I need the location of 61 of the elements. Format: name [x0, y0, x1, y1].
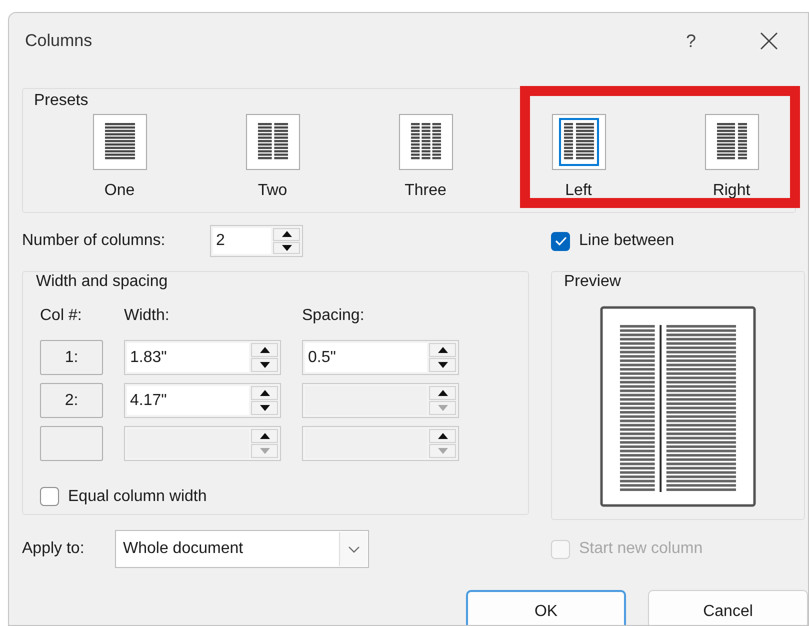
chevron-down-icon [348, 546, 360, 552]
up-arrow-icon [438, 347, 448, 353]
preset-button[interactable] [704, 114, 758, 170]
down-arrow-icon [282, 244, 292, 251]
checkbox-label: Line between [579, 232, 674, 250]
column-header: Width: [124, 307, 170, 324]
preset-button[interactable] [246, 114, 300, 170]
down-arrow-icon [438, 448, 448, 454]
up-arrow-icon [260, 390, 270, 396]
column-layout-icon [558, 118, 598, 166]
preset-label: Three [404, 182, 446, 200]
preset-button[interactable] [398, 114, 452, 170]
spin-up-button[interactable] [429, 343, 456, 357]
column-number-button[interactable]: 2: [40, 383, 103, 418]
checkmark-icon [554, 236, 566, 246]
up-arrow-icon [438, 433, 448, 439]
dialog-button[interactable]: OK [466, 590, 626, 625]
close-icon [760, 32, 778, 50]
up-arrow-icon [282, 231, 292, 238]
field-label: Apply to: [22, 540, 84, 557]
help-button[interactable]: ? [652, 21, 730, 61]
spin-up-button[interactable] [251, 343, 278, 357]
window-title: Columns [24, 31, 94, 51]
group-title: Presets [34, 91, 88, 111]
checkbox-label: Start new column [579, 540, 703, 558]
preset-label: Left [565, 182, 592, 200]
up-arrow-icon [438, 390, 448, 396]
column-header: Spacing: [302, 307, 364, 324]
preset-button[interactable] [552, 114, 606, 170]
field-label: Number of columns: [22, 232, 166, 249]
spin-down-button[interactable] [273, 242, 300, 254]
checkbox[interactable] [40, 487, 59, 506]
group-title: Preview [564, 272, 621, 292]
spin-down-button[interactable] [251, 401, 278, 415]
spin-up-button[interactable] [251, 386, 278, 400]
spin-box[interactable]: 0.5" [302, 340, 459, 375]
up-arrow-icon [260, 347, 270, 353]
spin-box[interactable]: 2 [210, 225, 303, 257]
down-arrow-icon [438, 405, 448, 411]
spin-up-button[interactable] [273, 228, 300, 240]
preset-label: One [104, 182, 135, 200]
down-arrow-icon [438, 362, 448, 368]
spin-down-button[interactable] [429, 358, 456, 372]
down-arrow-icon [260, 448, 270, 454]
down-arrow-icon [260, 405, 270, 411]
dialog-button[interactable]: Cancel [648, 590, 808, 625]
spin-box[interactable]: 1.83" [124, 340, 281, 375]
up-arrow-icon [260, 433, 270, 439]
apply-to-dropdown[interactable]: Whole document [115, 530, 369, 568]
column-number-button[interactable]: 1: [40, 340, 103, 375]
preset-button[interactable] [92, 114, 146, 170]
column-header: Col #: [40, 307, 82, 324]
preset-label: Right [712, 182, 750, 200]
spin-down-button[interactable] [251, 358, 278, 372]
spin-box[interactable]: 4.17" [124, 383, 281, 418]
checkbox[interactable] [551, 232, 570, 250]
preset-label: Two [258, 182, 288, 200]
checkbox-label: Equal column width [68, 488, 207, 506]
down-arrow-icon [260, 362, 270, 368]
dropdown-value: Whole document [122, 539, 244, 559]
group-title: Width and spacing [36, 272, 168, 292]
